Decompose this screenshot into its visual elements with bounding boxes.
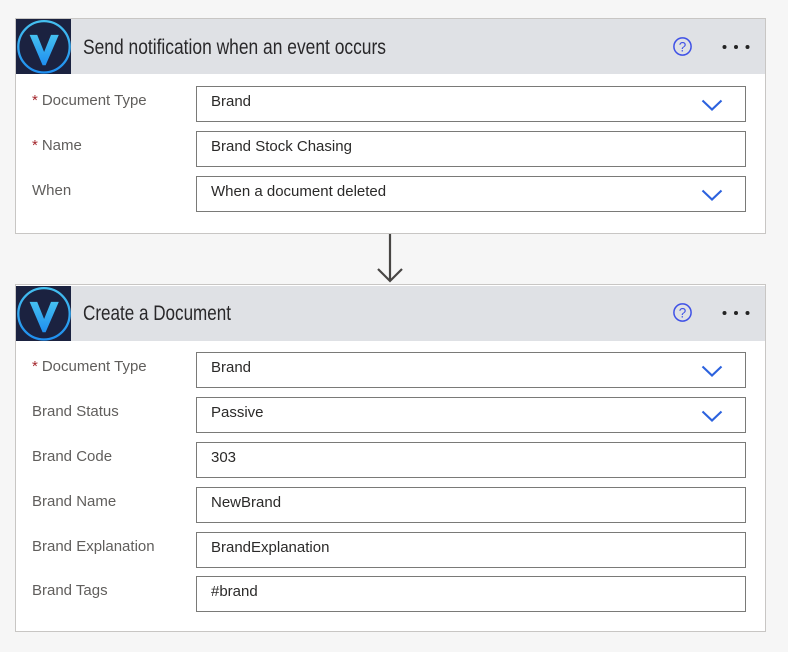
svg-text:?: ? (679, 40, 687, 55)
svg-text:?: ? (679, 306, 687, 321)
